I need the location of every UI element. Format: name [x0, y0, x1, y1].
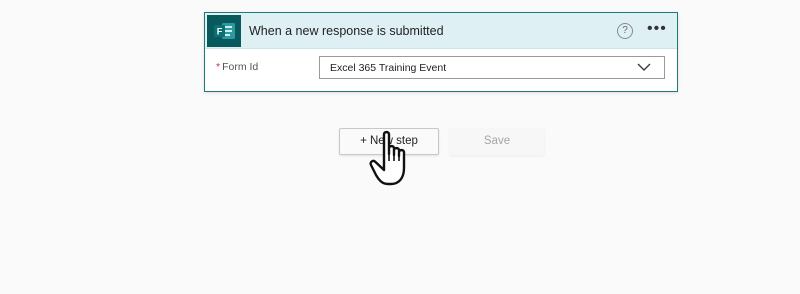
trigger-card[interactable]: F When a new response is submitted ? •••… — [204, 12, 678, 92]
form-id-row: * Form Id Excel 365 Training Event — [205, 49, 677, 93]
save-button[interactable]: Save — [450, 128, 544, 155]
microsoft-forms-icon: F — [207, 15, 241, 47]
form-id-dropdown[interactable]: Excel 365 Training Event — [319, 56, 665, 79]
trigger-title: When a new response is submitted — [249, 24, 444, 38]
trigger-card-header[interactable]: F When a new response is submitted ? ••• — [205, 13, 677, 49]
svg-text:F: F — [217, 27, 223, 37]
more-options-icon[interactable]: ••• — [647, 21, 669, 37]
help-icon[interactable]: ? — [617, 23, 633, 39]
required-mark: * — [216, 61, 221, 73]
form-id-label: * Form Id — [216, 61, 258, 73]
chevron-down-icon[interactable] — [637, 63, 651, 72]
hand-pointer-icon — [369, 130, 406, 186]
flow-designer-canvas: F When a new response is submitted ? •••… — [0, 0, 800, 294]
form-id-value: Excel 365 Training Event — [330, 62, 447, 74]
form-id-label-text: Form Id — [222, 61, 259, 73]
